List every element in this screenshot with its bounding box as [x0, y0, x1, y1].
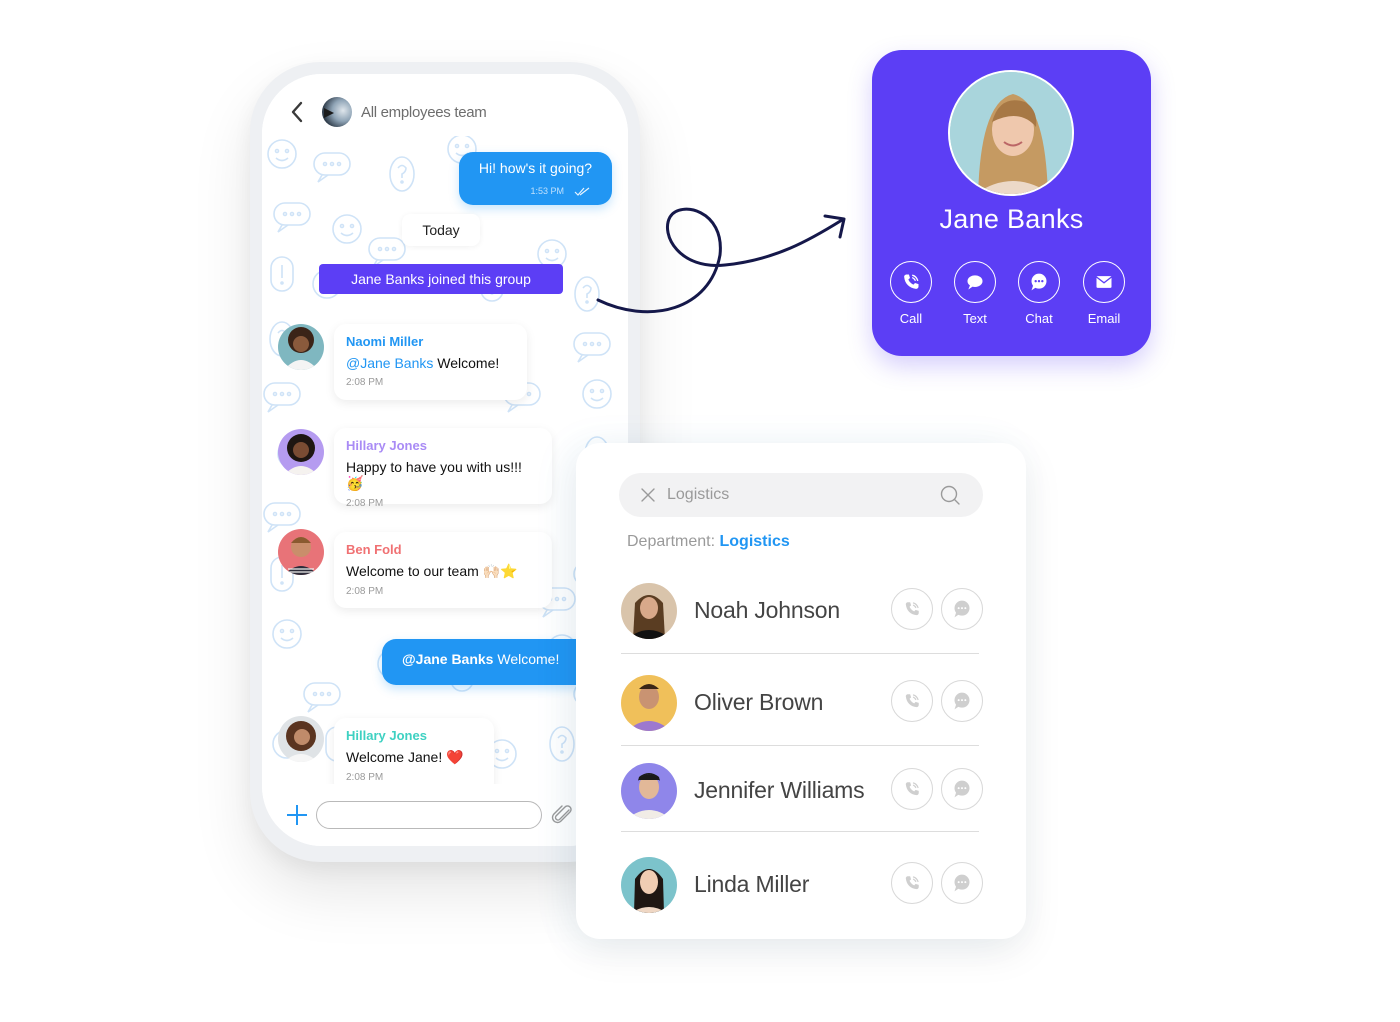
department-filter: Department: Logistics: [627, 533, 790, 551]
back-button[interactable]: [290, 100, 310, 124]
message-time: 2:08 PM: [346, 586, 384, 597]
email-button[interactable]: Email: [1074, 261, 1134, 326]
person-name: Linda Miller: [694, 871, 810, 897]
search-input[interactable]: [667, 486, 939, 504]
envelope-icon: [1096, 276, 1112, 288]
chat-dots-icon: [954, 780, 970, 798]
person-row[interactable]: Oliver Brown: [621, 671, 985, 741]
double-check-icon: [574, 187, 590, 196]
message-time: 2:08 PM: [346, 498, 384, 509]
phone-icon: [905, 782, 919, 796]
close-icon[interactable]: [639, 486, 657, 504]
message-time: 2:08 PM: [346, 377, 384, 388]
message-text: Happy to have you with us!!! 🥳: [346, 459, 522, 491]
call-button[interactable]: [891, 680, 933, 722]
message-text: Hi! how's it going?: [478, 160, 593, 176]
call-button[interactable]: [891, 768, 933, 810]
message-text: Welcome!: [493, 651, 560, 667]
avatar-photo: [278, 429, 324, 475]
avatar-photo: [278, 529, 324, 575]
search-bar: [619, 473, 983, 517]
message-time: 2:08 PM: [346, 772, 384, 783]
message-composer: [262, 784, 628, 846]
divider: [621, 831, 979, 832]
avatar-ben-fold[interactable]: [278, 529, 324, 575]
chat-button[interactable]: [941, 862, 983, 904]
phone-icon: [904, 274, 919, 289]
call-button[interactable]: [891, 588, 933, 630]
action-label: Call: [899, 311, 923, 326]
chat-button[interactable]: [941, 680, 983, 722]
phone-icon: [905, 694, 919, 708]
sender-name: Ben Fold: [346, 542, 402, 557]
contact-avatar: [948, 70, 1074, 196]
incoming-message[interactable]: Hillary Jones Happy to have you with us!…: [334, 428, 552, 509]
chat-button[interactable]: Chat: [1009, 261, 1069, 326]
add-attachment-button[interactable]: [286, 804, 308, 826]
avatar-photo: [950, 72, 1072, 194]
sender-name: Naomi Miller: [346, 334, 424, 349]
action-label: Text: [963, 311, 987, 326]
divider: [621, 745, 979, 746]
department-value[interactable]: Logistics: [720, 533, 790, 550]
avatar-photo: [278, 324, 324, 370]
chat-dots-icon: [954, 600, 970, 618]
contact-name: Jane Banks: [939, 204, 1084, 234]
system-message: Jane Banks joined this group: [319, 264, 563, 294]
message-text: Welcome Jane! ❤️: [346, 749, 464, 765]
avatar: [621, 675, 677, 731]
message-text: @Jane Banks Welcome!: [346, 355, 500, 371]
search-icon[interactable]: [939, 484, 961, 506]
avatar: [621, 583, 677, 639]
person-row[interactable]: Noah Johnson: [621, 579, 985, 649]
chat-header: All employees team: [262, 74, 628, 136]
employee-directory-panel: Department: Logistics Noah Johnson: [576, 443, 1026, 939]
message-input[interactable]: [316, 801, 542, 829]
text-button[interactable]: Text: [945, 261, 1005, 326]
divider: [621, 653, 979, 654]
avatar-hillary-jones[interactable]: [278, 429, 324, 475]
paperclip-icon[interactable]: [550, 803, 574, 827]
sender-name: Hillary Jones: [346, 438, 427, 453]
outgoing-message[interactable]: @Jane Banks Welcome!: [382, 639, 592, 685]
date-separator: Today: [402, 214, 480, 246]
person-row[interactable]: Linda Miller: [621, 853, 985, 923]
action-label: Email: [1087, 311, 1121, 326]
incoming-message[interactable]: Ben Fold Welcome to our team 🙌🏻⭐ 2:08 PM: [334, 532, 552, 608]
chat-screen: All employees team Hi! how's it going? 1…: [262, 74, 628, 846]
group-name: All employees team: [361, 103, 487, 121]
chevron-left-icon: [291, 101, 303, 123]
chat-button[interactable]: [941, 768, 983, 810]
call-button[interactable]: Call: [881, 261, 941, 326]
chat-button[interactable]: [941, 588, 983, 630]
contact-card: Jane Banks Call Text Chat Email: [872, 50, 1151, 356]
chat-dots-icon: [954, 874, 970, 892]
avatar: [621, 763, 677, 819]
group-avatar[interactable]: [322, 97, 352, 127]
avatar-naomi-miller[interactable]: [278, 324, 324, 370]
curved-arrow: [596, 207, 846, 314]
person-row[interactable]: Jennifer Williams: [621, 759, 985, 829]
chat-dots-icon: [1031, 273, 1047, 291]
speech-bubble-icon: [967, 275, 983, 290]
mention[interactable]: @Jane Banks: [402, 651, 493, 667]
person-name: Noah Johnson: [694, 597, 840, 623]
sender-name: Hillary Jones: [346, 728, 427, 743]
incoming-message[interactable]: Hillary Jones Welcome Jane! ❤️ 2:08 PM: [334, 718, 494, 794]
incoming-message[interactable]: Naomi Miller @Jane Banks Welcome! 2:08 P…: [334, 324, 527, 400]
person-name: Jennifer Williams: [694, 777, 865, 803]
chat-dots-icon: [954, 692, 970, 710]
avatar-photo: [278, 716, 324, 762]
call-button[interactable]: [891, 862, 933, 904]
mention[interactable]: @Jane Banks: [346, 355, 433, 371]
phone-icon: [905, 876, 919, 890]
message-text: Welcome to our team 🙌🏻⭐: [346, 563, 518, 579]
person-name: Oliver Brown: [694, 689, 824, 715]
avatar: [621, 857, 677, 913]
phone-icon: [905, 602, 919, 616]
action-label: Chat: [1025, 311, 1053, 326]
message-time: 1:53 PM: [530, 186, 564, 196]
department-label: Department:: [627, 533, 716, 550]
avatar-hillary-jones[interactable]: [278, 716, 324, 762]
